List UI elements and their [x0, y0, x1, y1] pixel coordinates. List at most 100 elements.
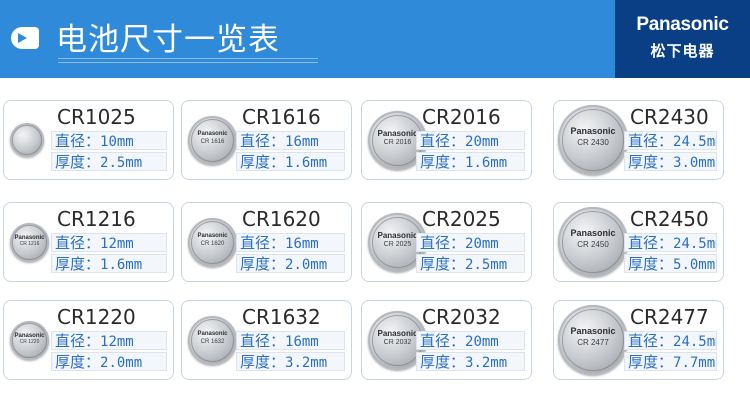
- diameter-row: 直径：20mm: [416, 131, 525, 150]
- battery-card: Panasonic CR 2430 CR2430 直径：24.5mm 厚度：3.0mm: [553, 100, 724, 180]
- diameter-row-value: 24.5mm: [673, 134, 716, 150]
- thickness-row-label: 厚度：: [240, 255, 286, 273]
- battery-model: CR2450: [630, 207, 709, 231]
- battery-model: CR1216: [57, 207, 136, 231]
- page-title: 电池尺寸一览表: [56, 22, 280, 58]
- coin-cell-battery-image: Panasonic CR 1216: [10, 223, 49, 262]
- coin-model-text: CR 1632: [200, 339, 225, 345]
- thickness-row-value: 1.6mm: [465, 155, 508, 171]
- battery-model: CR2032: [422, 305, 501, 329]
- thickness-row: 厚度：2.5mm: [416, 254, 525, 273]
- page-header: 电池尺寸一览表 Panasonic 松下电器: [0, 0, 750, 78]
- diameter-row-label: 直径：: [628, 234, 674, 252]
- thickness-row-label: 厚度：: [628, 353, 674, 371]
- diameter-row: 直径：24.5mm: [624, 331, 717, 350]
- battery-card: Panasonic CR 2477 CR2477 直径：24.5mm 厚度：7.7mm: [553, 300, 724, 380]
- play-bullet-icon: [11, 27, 39, 49]
- battery-card: Panasonic CR 2025 CR2025 直径：20mm 厚度：2.5mm: [361, 202, 532, 282]
- diameter-row-label: 直径：: [240, 132, 286, 150]
- diameter-row-label: 直径：: [55, 132, 101, 150]
- thickness-row-label: 厚度：: [628, 255, 674, 273]
- thickness-row-value: 3.2mm: [285, 355, 328, 371]
- thickness-row: 厚度：3.2mm: [416, 352, 525, 371]
- coin-cell-battery-image: Panasonic CR 2477: [558, 305, 628, 375]
- thickness-row: 厚度：3.2mm: [236, 352, 345, 371]
- thickness-row: 厚度：1.6mm: [236, 152, 345, 171]
- battery-card: Panasonic CR 1220 CR1220 直径：12mm 厚度：2.0mm: [3, 300, 174, 380]
- thickness-row-label: 厚度：: [420, 153, 466, 171]
- coin-ring: [12, 125, 42, 155]
- battery-card: Panasonic CR 1620 CR1620 直径：16mm 厚度：2.0mm: [181, 202, 352, 282]
- diameter-row-label: 直径：: [55, 234, 101, 252]
- diameter-row-value: 20mm: [465, 134, 499, 150]
- thickness-row-value: 5.0mm: [673, 257, 716, 273]
- battery-model: CR2430: [630, 105, 709, 129]
- diameter-row-label: 直径：: [420, 332, 466, 350]
- thickness-row-value: 2.0mm: [285, 257, 328, 273]
- diameter-row-label: 直径：: [240, 234, 286, 252]
- coin-brand-text: Panasonic: [197, 131, 228, 137]
- brand-name: Panasonic: [636, 14, 729, 35]
- battery-card: Panasonic CR 1632 CR1632 直径：16mm 厚度：3.2mm: [181, 300, 352, 380]
- diameter-row-label: 直径：: [628, 132, 674, 150]
- thickness-row-label: 厚度：: [55, 153, 101, 171]
- thickness-row: 厚度：2.0mm: [236, 254, 345, 273]
- thickness-row-label: 厚度：: [55, 353, 101, 371]
- diameter-row: 直径：12mm: [51, 233, 167, 252]
- battery-model: CR1025: [57, 105, 136, 129]
- coin-model-text: CR 1620: [200, 241, 225, 247]
- thickness-row: 厚度：5.0mm: [624, 254, 717, 273]
- battery-card: CR1025 直径：10mm 厚度：2.5mm: [3, 100, 174, 180]
- battery-card: Panasonic CR 2032 CR2032 直径：20mm 厚度：3.2mm: [361, 300, 532, 380]
- battery-model: CR2025: [422, 207, 501, 231]
- brand-name-cn: 松下电器: [650, 42, 715, 60]
- diameter-row-value: 24.5mm: [673, 236, 716, 252]
- brand-logo: Panasonic 松下电器: [615, 0, 750, 78]
- diameter-row: 直径：16mm: [236, 233, 345, 252]
- thickness-row: 厚度：3.0mm: [624, 152, 717, 171]
- coin-brand-text: Panasonic: [197, 331, 228, 337]
- coin-brand-text: Panasonic: [570, 126, 616, 136]
- diameter-row: 直径：24.5mm: [624, 131, 717, 150]
- coin-model-text: CR 2430: [577, 138, 609, 147]
- diameter-row-label: 直径：: [240, 332, 286, 350]
- diameter-row: 直径：24.5mm: [624, 233, 717, 252]
- diameter-row: 直径：10mm: [51, 131, 167, 150]
- battery-card: Panasonic CR 1616 CR1616 直径：16mm 厚度：1.6mm: [181, 100, 352, 180]
- diameter-row-value: 20mm: [465, 236, 499, 252]
- thickness-row: 厚度：1.6mm: [416, 152, 525, 171]
- coin-model-text: CR 2450: [577, 240, 609, 249]
- diameter-row-label: 直径：: [420, 234, 466, 252]
- thickness-row-label: 厚度：: [240, 153, 286, 171]
- battery-card: Panasonic CR 1216 CR1216 直径：12mm 厚度：1.6mm: [3, 202, 174, 282]
- diameter-row: 直径：12mm: [51, 331, 167, 350]
- thickness-row: 厚度：2.0mm: [51, 352, 167, 371]
- diameter-row-value: 10mm: [100, 134, 134, 150]
- thickness-row-value: 3.2mm: [465, 355, 508, 371]
- thickness-row-label: 厚度：: [420, 255, 466, 273]
- diameter-row-value: 20mm: [465, 334, 499, 350]
- diameter-row-value: 16mm: [285, 334, 319, 350]
- diameter-row-value: 16mm: [285, 236, 319, 252]
- coin-brand-text: Panasonic: [197, 233, 228, 239]
- thickness-row-value: 2.5mm: [465, 257, 508, 273]
- thickness-row-label: 厚度：: [55, 255, 101, 273]
- battery-model: CR1632: [242, 305, 321, 329]
- thickness-row: 厚度：1.6mm: [51, 254, 167, 273]
- diameter-row-value: 12mm: [100, 236, 134, 252]
- diameter-row: 直径：16mm: [236, 131, 345, 150]
- thickness-row-label: 厚度：: [420, 353, 466, 371]
- coin-cell-battery-image: [10, 123, 44, 157]
- diameter-row-value: 16mm: [285, 134, 319, 150]
- thickness-row-value: 7.7mm: [673, 355, 716, 371]
- thickness-row-label: 厚度：: [240, 353, 286, 371]
- battery-card: Panasonic CR 2016 CR2016 直径：20mm 厚度：1.6mm: [361, 100, 532, 180]
- thickness-row: 厚度：7.7mm: [624, 352, 717, 371]
- thickness-row-value: 2.5mm: [100, 155, 143, 171]
- header-decorative-lines: [58, 55, 318, 67]
- thickness-row-value: 1.6mm: [285, 155, 328, 171]
- coin-cell-battery-image: Panasonic CR 2450: [558, 207, 628, 277]
- coin-cell-battery-image: Panasonic CR 2430: [558, 105, 628, 175]
- battery-model: CR1620: [242, 207, 321, 231]
- coin-brand-text: Panasonic: [570, 228, 616, 238]
